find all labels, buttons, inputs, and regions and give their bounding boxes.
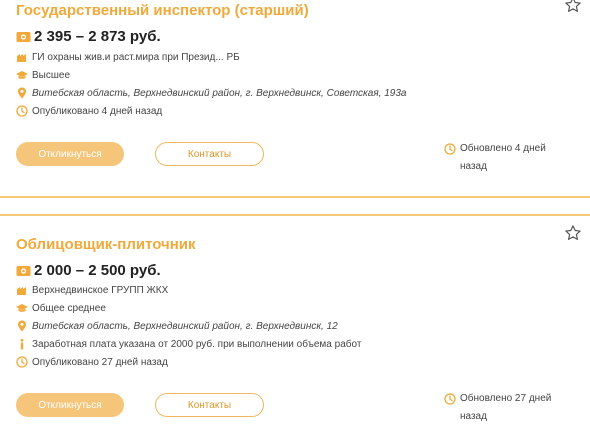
apply-button[interactable]: Откликнуться <box>16 142 124 166</box>
building-icon <box>17 54 26 62</box>
published-row: Опубликовано 4 дней назад <box>16 105 162 117</box>
education-row: Общее среднее <box>16 302 106 314</box>
money-icon <box>16 265 31 276</box>
building-icon <box>17 287 26 295</box>
employer-name: Верхнедвинское ГРУПП ЖКХ <box>32 284 169 296</box>
education-level: Общее среднее <box>32 302 106 314</box>
salary: 2 000 – 2 500 руб. <box>16 262 161 279</box>
employer-name: ГИ охраны жив.и раст.мира при Презид... … <box>32 51 240 63</box>
contacts-button[interactable]: Контакты <box>155 393 264 417</box>
updated-info: Обновлено 27 дней назад <box>444 390 562 426</box>
clock-icon <box>444 393 456 405</box>
graduation-cap-icon <box>16 71 28 79</box>
published-date: Опубликовано 4 дней назад <box>32 105 163 117</box>
published-date: Опубликовано 27 дней назад <box>32 356 168 368</box>
salary: 2 395 – 2 873 руб. <box>16 28 161 45</box>
employer-row: ГИ охраны жив.и раст.мира при Презид... … <box>16 51 240 63</box>
star-icon[interactable] <box>564 0 582 14</box>
address-row: Витебская область, Верхнедвинский район,… <box>16 87 407 99</box>
salary-value: 2 395 – 2 873 руб. <box>34 28 161 45</box>
star-icon[interactable] <box>564 224 582 242</box>
contacts-button[interactable]: Контакты <box>155 142 264 166</box>
published-row: Опубликовано 27 дней назад <box>16 356 168 368</box>
education-row: Высшее <box>16 69 70 81</box>
graduation-cap-icon <box>16 304 28 312</box>
salary-note: Заработная плата указана от 2000 руб. пр… <box>32 338 362 350</box>
salary-note-row: Заработная плата указана от 2000 руб. пр… <box>16 338 361 350</box>
vacancy-card: Облицовщик-плиточник 2 000 – 2 500 руб. … <box>0 214 590 432</box>
updated-date: Обновлено 4 дней назад <box>460 143 546 172</box>
vacancy-title[interactable]: Облицовщик-плиточник <box>16 236 196 253</box>
apply-button[interactable]: Откликнуться <box>16 393 124 417</box>
updated-info: Обновлено 4 дней назад <box>444 140 562 176</box>
salary-value: 2 000 – 2 500 руб. <box>34 262 161 279</box>
updated-date: Обновлено 27 дней назад <box>460 393 552 422</box>
address: Витебская область, Верхнедвинский район,… <box>32 87 407 99</box>
clock-icon <box>444 143 456 155</box>
address-row: Витебская область, Верхнедвинский район,… <box>16 320 338 332</box>
address: Витебская область, Верхнедвинский район,… <box>32 320 338 332</box>
vacancy-title[interactable]: Государственный инспектор (старший) <box>16 2 309 19</box>
money-icon <box>16 31 31 42</box>
employer-row: Верхнедвинское ГРУПП ЖКХ <box>16 284 168 296</box>
location-pin-icon <box>18 87 26 99</box>
clock-icon <box>16 105 28 117</box>
vacancy-card: Государственный инспектор (старший) 2 39… <box>0 0 590 198</box>
location-pin-icon <box>18 320 26 332</box>
info-icon <box>20 338 24 350</box>
education-level: Высшее <box>32 69 71 81</box>
clock-icon <box>16 356 28 368</box>
